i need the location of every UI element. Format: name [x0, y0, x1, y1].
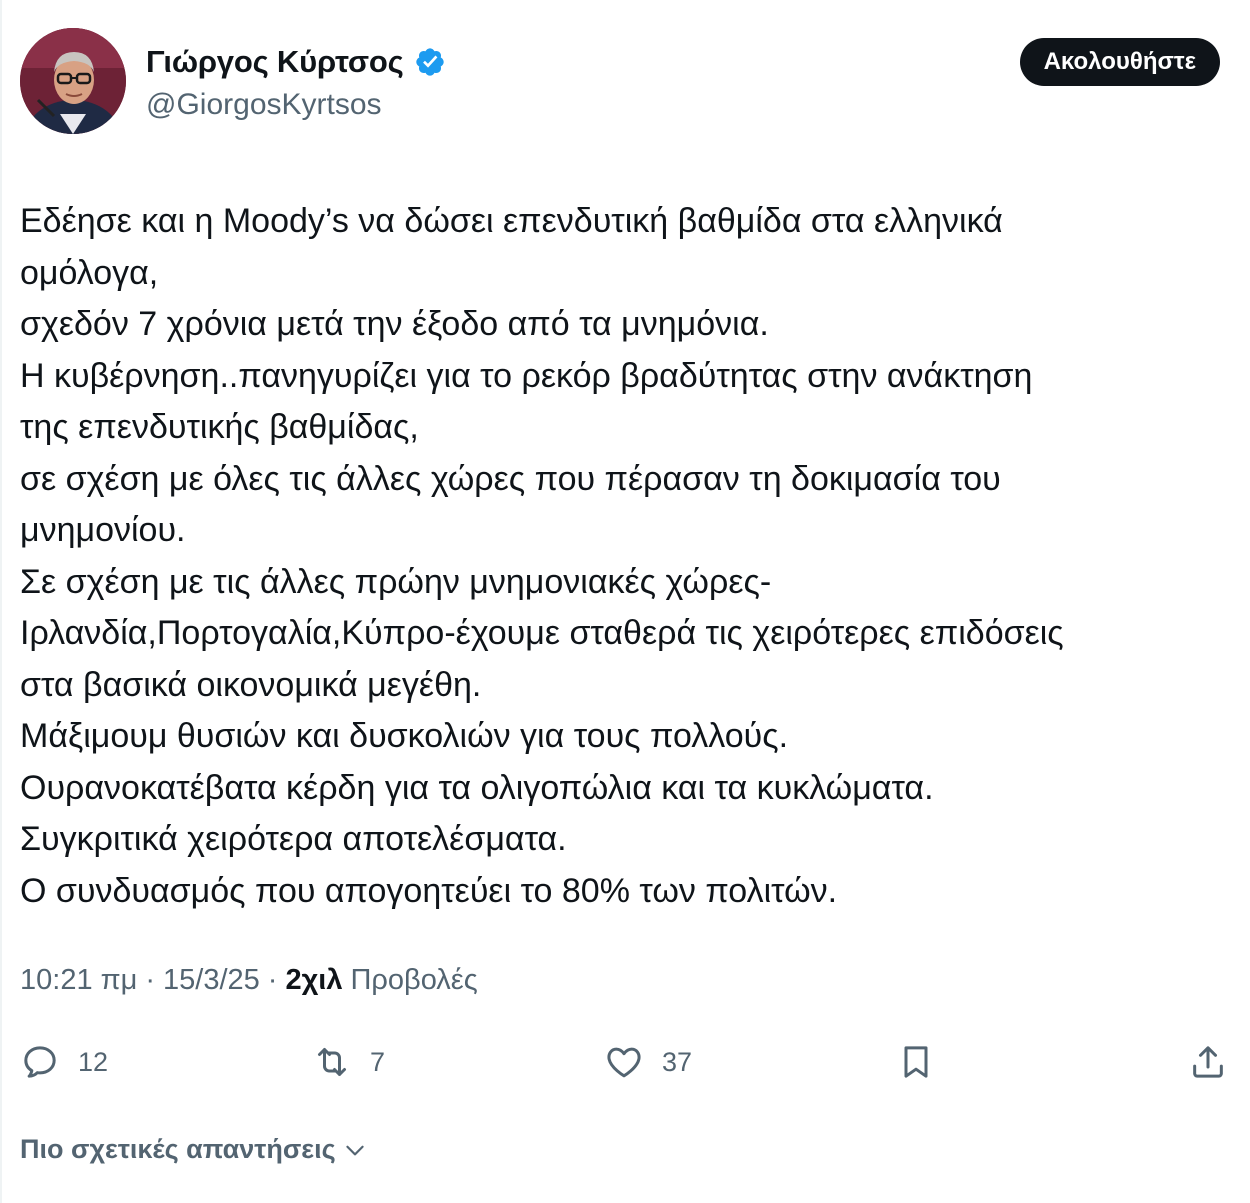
bookmark-button[interactable] [896, 1030, 936, 1094]
tweet-line: ομόλογα, [20, 253, 159, 292]
avatar-image [20, 28, 126, 134]
tweet-line: σε σχέση με όλες τις άλλες χώρες που πέρ… [20, 459, 1001, 498]
meta-separator: · [267, 964, 278, 996]
author-name[interactable]: Γιώργος Κύρτσος [146, 44, 404, 80]
views-label: Προβολές [350, 964, 478, 996]
bookmark-icon [904, 1046, 928, 1078]
share-icon [1193, 1046, 1223, 1078]
tweet-header: Γιώργος Κύρτσος @GiorgosKyrtsos Ακολουθή… [20, 28, 1220, 138]
tweet-line: Μάξιμουμ θυσιών και δυσκολιών για τους π… [20, 717, 789, 755]
verified-badge-icon[interactable] [414, 46, 446, 78]
like-icon [607, 1047, 641, 1078]
tweet-line: Ουρανοκατέβατα κέρδη για τα ολιγοπώλια κ… [20, 768, 934, 807]
tweet-line: μνημονίου. [20, 511, 186, 549]
sort-replies-label: Πιο σχετικές απαντήσεις [20, 1134, 336, 1164]
tweet-line: Εδέησε και η Moody’s να δώσει επενδυτική… [20, 202, 1003, 240]
tweet-meta: 10:21 πμ · 15/3/25 · 2χιλ Προβολές [20, 964, 478, 997]
reply-button[interactable]: 12 [20, 1030, 108, 1094]
reply-icon [24, 1046, 56, 1078]
like-button[interactable]: 37 [604, 1030, 692, 1094]
tweet-line: στα βασικά οικονομικά μεγέθη. [20, 665, 482, 704]
like-count: 37 [662, 1046, 693, 1077]
tweet-line: σχεδόν 7 χρόνια μετά την έξοδο από τα μν… [20, 305, 769, 343]
tweet-date[interactable]: 15/3/25 [163, 964, 260, 997]
tweet-time[interactable]: 10:21 πμ [20, 964, 137, 997]
tweet-line: Σε σχέση με τις άλλες πρώην μνημονιακές … [20, 562, 772, 601]
chevron-down-icon [345, 1145, 364, 1155]
reply-count: 12 [78, 1046, 109, 1077]
tweet-line: Ιρλανδία,Πορτογαλία,Κύπρο-έχουμε σταθερά… [20, 614, 1064, 652]
meta-separator: · [145, 964, 156, 996]
author-name-row: Γιώργος Κύρτσος [146, 44, 446, 80]
tweet-line: της επενδυτικής βαθμίδας, [20, 408, 419, 446]
repost-count: 7 [370, 1046, 386, 1077]
author-handle[interactable]: @GiorgosKyrtsos [146, 88, 382, 122]
tweet-line: Η κυβέρνηση..πανηγυρίζει για το ρεκόρ βρ… [20, 356, 1033, 395]
sort-replies-dropdown[interactable]: Πιο σχετικές απαντήσεις [20, 1134, 368, 1165]
share-button[interactable] [1188, 1030, 1228, 1094]
repost-button[interactable]: 7 [312, 1030, 385, 1094]
views-count: 2χιλ [285, 964, 343, 996]
avatar[interactable] [20, 28, 126, 134]
follow-button[interactable]: Ακολουθήστε [1019, 38, 1220, 86]
repost-icon [318, 1048, 346, 1076]
left-border [0, 0, 2, 1203]
tweet-line: Ο συνδυασμός που απογοητεύει το 80% των … [20, 871, 838, 910]
tweet-line: Συγκριτικά χειρότερα αποτελέσματα. [20, 820, 567, 858]
action-bar: 12 7 37 [0, 1030, 1250, 1094]
tweet-text: Εδέησε και η Moody’s να δώσει επενδυτική… [20, 196, 1235, 917]
